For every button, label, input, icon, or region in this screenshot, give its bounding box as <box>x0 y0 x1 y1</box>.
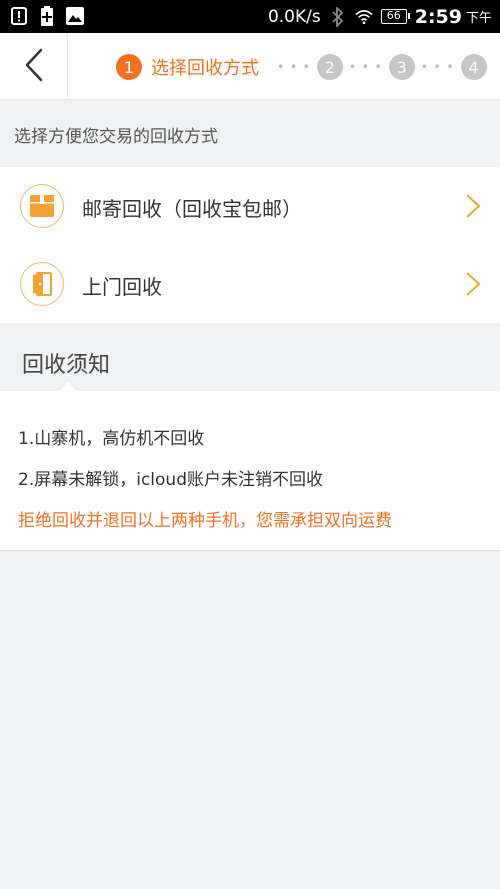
option-door-label: 上门回收 <box>82 275 162 299</box>
notice-title: 回收须知 <box>22 353 111 378</box>
step-3-circle: 3 <box>388 54 415 80</box>
step-2-circle: 2 <box>316 54 343 80</box>
back-button[interactable] <box>0 33 68 100</box>
notification-icons <box>10 6 84 26</box>
chevron-left-icon <box>24 48 44 86</box>
chevron-right-icon <box>464 271 482 297</box>
step-1-circle: 1 <box>116 54 142 80</box>
door-icon <box>20 262 64 306</box>
notice-pointer <box>58 382 78 392</box>
chevron-right-icon <box>464 193 482 219</box>
battery-indicator: 66 <box>380 9 410 24</box>
step-separator: • • • <box>348 60 383 74</box>
system-indicators: 0.0K/s 66 2:59 下午 <box>268 0 492 33</box>
wifi-icon <box>354 7 373 27</box>
option-mail-label: 邮寄回收（回收宝包邮） <box>82 197 302 221</box>
clock-ampm: 下午 <box>465 11 492 26</box>
step-indicator: 1 选择回收方式 • • • 2 • • • 3 • • • 4 <box>116 53 487 81</box>
step-separator: • • • <box>420 60 455 74</box>
intro-text: 选择方便您交易的回收方式 <box>14 127 218 147</box>
step-1-label: 选择回收方式 <box>151 58 259 79</box>
box-icon <box>20 184 64 228</box>
bluetooth-icon <box>329 6 347 27</box>
recycle-options-list: 邮寄回收（回收宝包邮） 上门回收 <box>0 167 500 323</box>
alert-icon <box>10 6 28 26</box>
app-header: 1 选择回收方式 • • • 2 • • • 3 • • • 4 <box>0 33 500 100</box>
network-speed: 0.0K/s <box>267 6 321 27</box>
notice-panel: 1.山寨机，高仿机不回收 2.屏幕未解锁，icloud账户未注销不回收 拒绝回收… <box>0 382 500 551</box>
option-door-recycle[interactable]: 上门回收 <box>0 245 500 323</box>
status-bar: 0.0K/s 66 2:59 下午 <box>0 0 500 33</box>
clock-time: 2:59 <box>414 5 462 28</box>
notice-warning: 拒绝回收并退回以上两种手机，您需承担双向运费 <box>18 511 392 531</box>
step-separator: • • • <box>277 60 311 74</box>
image-icon <box>66 6 84 26</box>
notice-line-1: 1.山寨机，高仿机不回收 <box>18 429 205 449</box>
notice-line-2: 2.屏幕未解锁，icloud账户未注销不回收 <box>18 470 323 490</box>
battery-saver-icon <box>38 6 56 26</box>
step-4-circle: 4 <box>460 54 487 80</box>
option-mail-recycle[interactable]: 邮寄回收（回收宝包邮） <box>0 167 500 245</box>
